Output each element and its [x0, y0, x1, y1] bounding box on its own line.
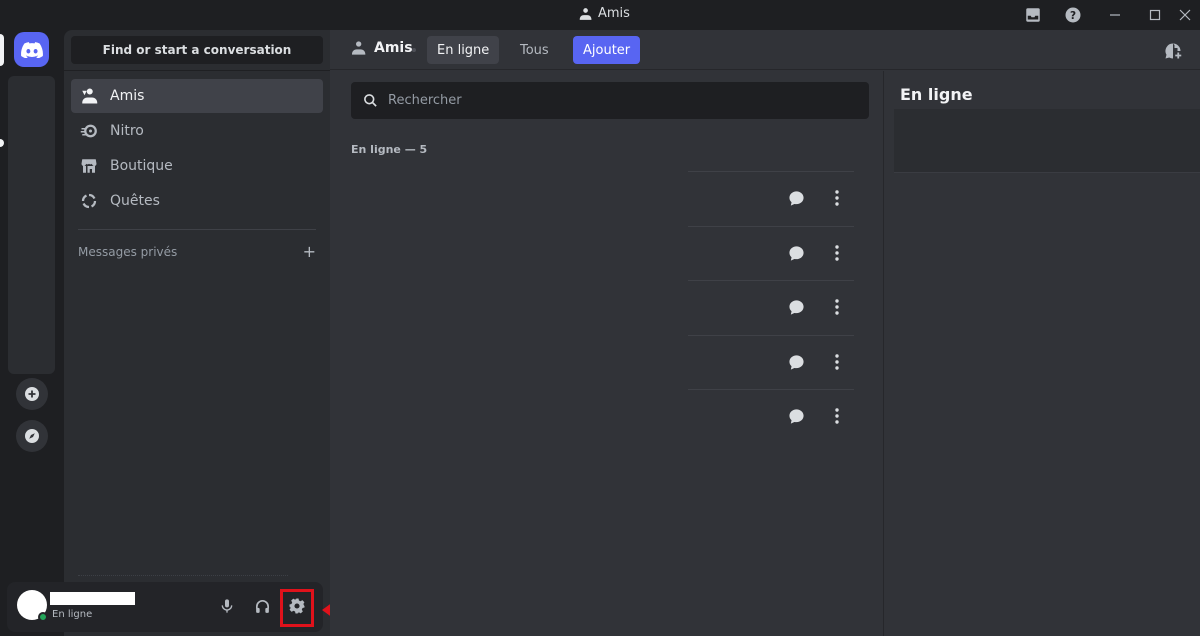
nav-item-label: Nitro: [110, 123, 144, 139]
nav-item-label: Boutique: [110, 158, 173, 174]
nitro-icon: [79, 121, 99, 141]
friends-icon: [579, 7, 592, 20]
active-now-title: En ligne: [900, 85, 973, 104]
friend-row[interactable]: [688, 226, 854, 280]
username-redacted: [50, 592, 135, 605]
search-icon: [364, 94, 377, 107]
minimize-icon[interactable]: [1104, 4, 1126, 26]
active-now-panel: En ligne: [883, 71, 1200, 636]
search-input[interactable]: [388, 93, 868, 108]
friends-main: Amis En ligne Tous Ajouter En ligne — 5: [330, 30, 1200, 636]
message-button[interactable]: [786, 243, 806, 263]
nav-item-boutique[interactable]: Boutique: [71, 149, 323, 183]
nav-item-nitro[interactable]: Nitro: [71, 114, 323, 148]
user-status-text: En ligne: [52, 609, 93, 620]
message-button[interactable]: [786, 352, 806, 372]
server-rail: [0, 30, 64, 636]
headphones-icon: [255, 599, 269, 613]
page-title-text: Amis: [374, 40, 413, 56]
kebab-menu-icon: [835, 190, 839, 206]
microphone-icon: [221, 599, 233, 613]
nav-item-label: Amis: [110, 88, 145, 104]
friend-row[interactable]: [688, 171, 854, 225]
more-options-button[interactable]: [827, 297, 847, 317]
nav-item-quetes[interactable]: Quêtes: [71, 184, 323, 218]
svg-text:?: ?: [1070, 10, 1076, 22]
inbox-icon[interactable]: [1022, 4, 1044, 26]
message-button[interactable]: [786, 188, 806, 208]
discord-logo-icon: [20, 41, 43, 58]
discord-home-button[interactable]: [14, 32, 49, 67]
help-icon[interactable]: ?: [1062, 4, 1084, 26]
kebab-menu-icon: [835, 408, 839, 424]
more-options-button[interactable]: [827, 188, 847, 208]
window-title-text: Amis: [598, 6, 630, 21]
friend-row[interactable]: [688, 335, 854, 389]
divider: [78, 229, 316, 230]
message-button[interactable]: [786, 406, 806, 426]
separator-dot: [412, 48, 416, 52]
kebab-menu-icon: [835, 354, 839, 370]
new-group-dm-icon: [1165, 43, 1182, 59]
friends-icon: [352, 41, 366, 55]
chat-bubble-icon: [788, 299, 804, 315]
online-status-dot: [38, 612, 48, 622]
chat-bubble-icon: [788, 354, 804, 370]
nav-item-label: Quêtes: [110, 193, 160, 209]
new-group-dm-button[interactable]: [1162, 40, 1184, 62]
tab-en-ligne[interactable]: En ligne: [427, 36, 500, 64]
headphones-button[interactable]: [250, 594, 274, 618]
tab-ajouter[interactable]: Ajouter: [573, 36, 641, 64]
unread-indicator: [0, 139, 4, 147]
dm-sidebar: Find or start a conversation Amis Nitro …: [64, 30, 330, 636]
maximize-icon[interactable]: [1144, 4, 1166, 26]
user-panel: En ligne: [7, 582, 323, 632]
message-button[interactable]: [786, 297, 806, 317]
more-options-button[interactable]: [827, 352, 847, 372]
dm-section-header: Messages privés +: [78, 242, 316, 261]
divider: [64, 70, 330, 71]
server-list: [8, 76, 55, 374]
chat-bubble-icon: [788, 408, 804, 424]
microphone-button[interactable]: [215, 594, 239, 618]
friends-icon: [79, 86, 99, 106]
home-selected-pill: [0, 34, 4, 66]
dm-header-label: Messages privés: [78, 244, 178, 259]
avatar[interactable]: [17, 590, 48, 622]
discover-button[interactable]: [16, 420, 48, 452]
more-options-button[interactable]: [827, 406, 847, 426]
page-title: Amis: [350, 40, 413, 56]
more-options-button[interactable]: [827, 243, 847, 263]
close-icon[interactable]: [1174, 4, 1196, 26]
online-count-label: En ligne — 5: [351, 143, 428, 156]
activity-card[interactable]: [894, 109, 1200, 173]
find-conversation-button[interactable]: Find or start a conversation: [71, 36, 323, 64]
title-bar: Amis ?: [0, 0, 1200, 30]
settings-highlight-annotation: [280, 589, 314, 627]
kebab-menu-icon: [835, 299, 839, 315]
shop-icon: [79, 156, 99, 176]
quests-icon: [79, 191, 99, 211]
chat-bubble-icon: [788, 190, 804, 206]
chat-bubble-icon: [788, 245, 804, 261]
friend-row[interactable]: [688, 280, 854, 334]
plus-circle-icon: [25, 387, 39, 401]
tab-tous[interactable]: Tous: [510, 36, 559, 64]
add-server-button[interactable]: [16, 378, 48, 410]
create-dm-button[interactable]: +: [303, 242, 316, 261]
scroll-fade: [78, 575, 288, 581]
friends-header: Amis En ligne Tous Ajouter: [330, 30, 1200, 70]
nav-item-amis[interactable]: Amis: [71, 79, 323, 113]
kebab-menu-icon: [835, 245, 839, 261]
friend-row[interactable]: [688, 389, 854, 443]
window-title: Amis: [578, 6, 630, 21]
compass-icon: [25, 429, 39, 443]
friends-search[interactable]: [351, 82, 869, 119]
